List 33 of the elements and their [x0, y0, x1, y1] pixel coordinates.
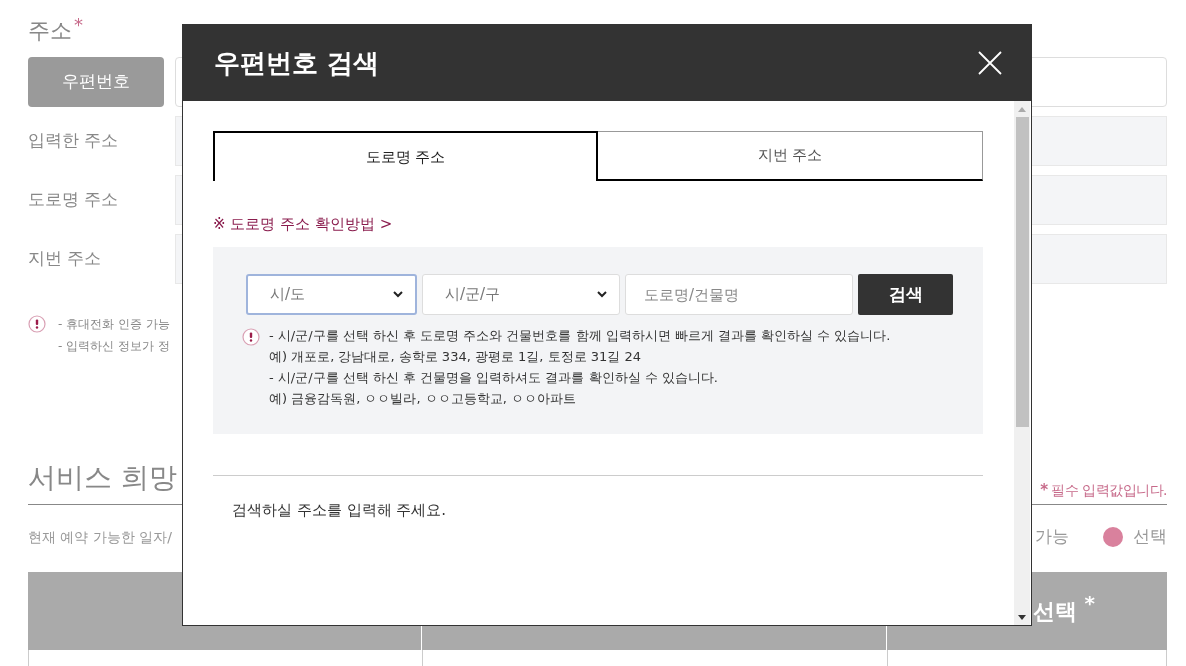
scrollbar[interactable] [1014, 101, 1030, 625]
section-label: 주소 [28, 17, 72, 45]
required-note: 필수 입력값입니다. [1051, 480, 1167, 500]
chevron-down-icon [393, 291, 403, 298]
required-mark: * [1084, 590, 1095, 617]
help-text: - 시/군/구를 선택 하신 후 도로명 주소와 건물번호를 함께 입력하시면 빠르게 결과를 확인하실 수 있습니다. [269, 327, 891, 345]
dropdown[interactable]: 시/군/구 [422, 274, 620, 315]
alert-icon [28, 315, 46, 333]
help-text: - 시/군/구를 선택 하신 후 건물명을 입력하셔도 결과를 확인하실 수 있습니다. [269, 369, 719, 387]
subtitle-text: 현재 예약 가능한 일자/ [28, 527, 173, 547]
legend-label: 선택 [1133, 525, 1167, 549]
field-label: 지번 주소 [28, 247, 103, 271]
note-text: - 입력하신 정보가 정 [58, 338, 170, 355]
field-label: 도로명 주소 [28, 188, 120, 212]
empty-message: 검색하실 주소를 입력해 주세요. [231, 500, 448, 521]
tab[interactable]: 도로명 주소 [213, 131, 598, 181]
alert-icon [242, 328, 260, 346]
dropdown[interactable]: 시/도 [246, 274, 417, 315]
tab[interactable]: 지번 주소 [598, 131, 983, 181]
required-mark: * [1040, 479, 1049, 501]
help-text: 예) 개포로, 강남대로, 송학로 334, 광평로 1길, 토정로 31길 24 [269, 348, 642, 366]
chevron-down-icon [597, 291, 607, 298]
section-title: 서비스 희망 [28, 460, 177, 496]
help-text: 예) 금융감독원, ㅇㅇ빌라, ㅇㅇ고등학교, ㅇㅇ아파트 [269, 390, 577, 408]
search-field[interactable]: 도로명/건물명 [625, 274, 853, 315]
search-button[interactable]: 검색 [858, 274, 953, 315]
legend-label: 가능 [1035, 525, 1069, 549]
column-header: 선택 [1032, 597, 1077, 626]
note-text: - 휴대전화 인증 가능 [58, 316, 170, 333]
field-label: 입력한 주소 [28, 129, 120, 153]
guide-link[interactable]: ※ 도로명 주소 확인방법 > [213, 214, 393, 234]
modal-title: 우편번호 검색 [214, 46, 380, 80]
required-mark: * [74, 16, 83, 34]
